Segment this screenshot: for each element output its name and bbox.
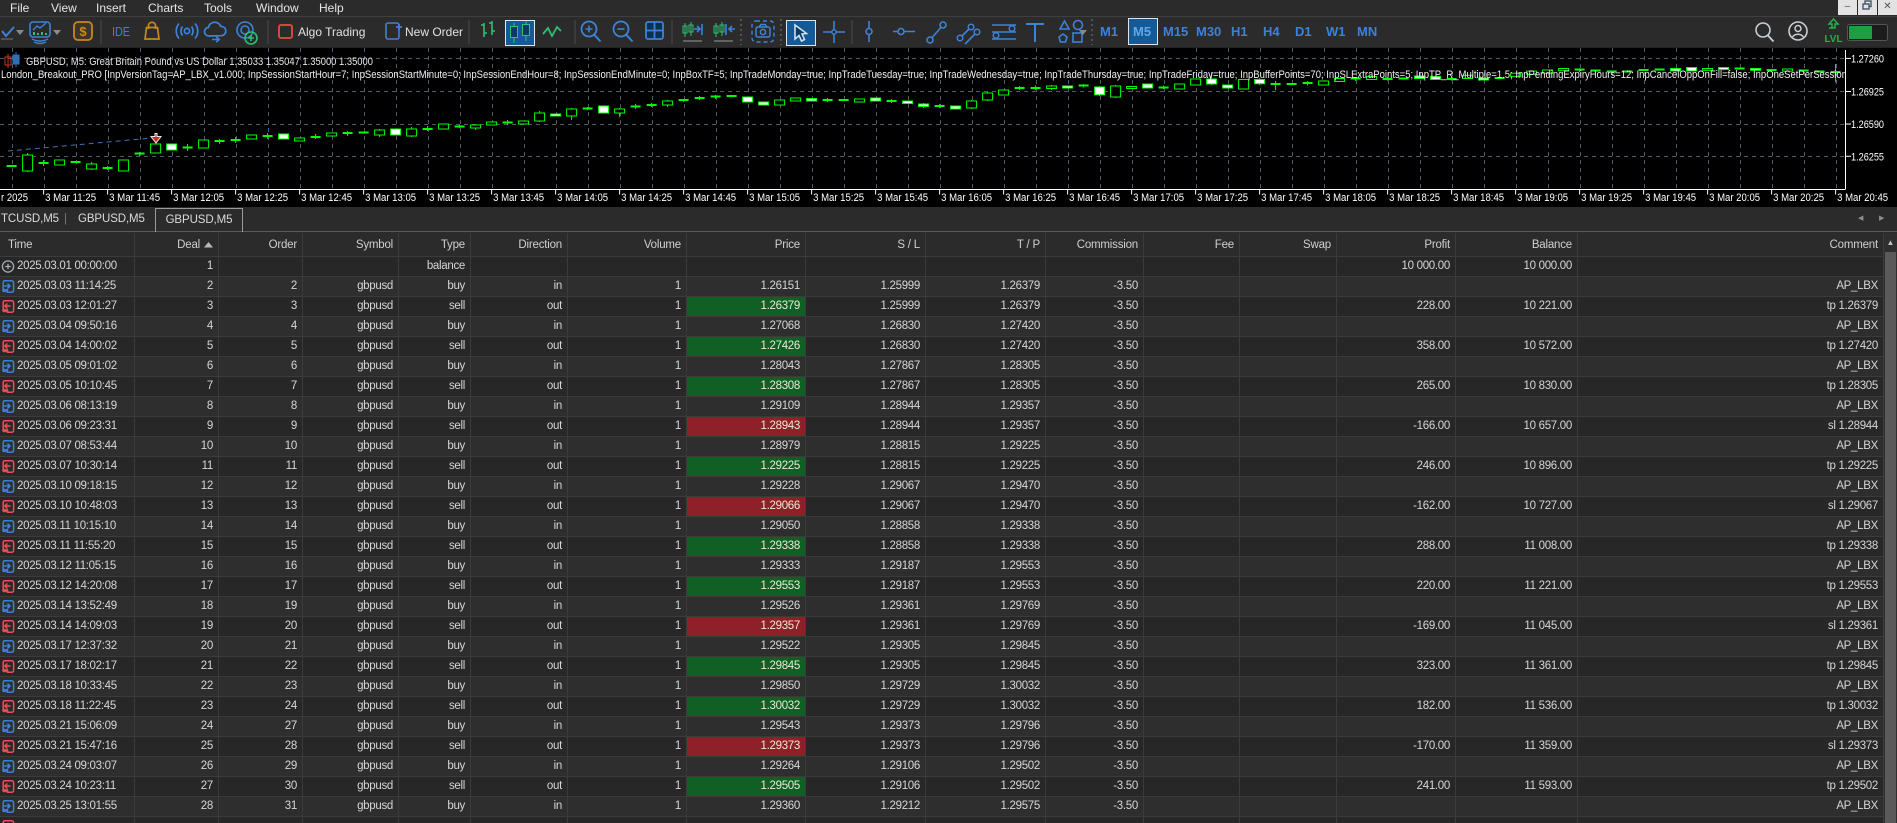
svg-text:3 Mar 19:45: 3 Mar 19:45 — [1645, 192, 1696, 204]
svg-text:3 Mar 12:05: 3 Mar 12:05 — [173, 192, 224, 204]
svg-text:3 Mar 12:25: 3 Mar 12:25 — [237, 192, 288, 204]
svg-text:3 Mar 20:45: 3 Mar 20:45 — [1837, 192, 1888, 204]
svg-text:3 Mar 17:25: 3 Mar 17:25 — [1197, 192, 1248, 204]
svg-text:3 Mar 13:25: 3 Mar 13:25 — [429, 192, 480, 204]
svg-text:3 Mar 12:45: 3 Mar 12:45 — [301, 192, 352, 204]
svg-text:3 Mar 19:25: 3 Mar 19:25 — [1581, 192, 1632, 204]
svg-text:3 Mar 13:45: 3 Mar 13:45 — [493, 192, 544, 204]
svg-text:LVL: LVL — [1824, 34, 1842, 45]
svg-text:3 Mar 11:45: 3 Mar 11:45 — [109, 192, 160, 204]
svg-text:1.26255: 1.26255 — [1851, 151, 1884, 163]
svg-text:GBPUSD, M5: Great Britain Pou: GBPUSD, M5: Great Britain Pound vs US Do… — [26, 56, 373, 68]
svg-text:3 Mar 15:25: 3 Mar 15:25 — [813, 192, 864, 204]
svg-text:r 2025: r 2025 — [1, 192, 28, 204]
svg-text:3 Mar 11:25: 3 Mar 11:25 — [45, 192, 96, 204]
svg-text:3 Mar 13:05: 3 Mar 13:05 — [365, 192, 416, 204]
svg-text:1.27260: 1.27260 — [1851, 53, 1884, 65]
svg-text:3 Mar 16:45: 3 Mar 16:45 — [1069, 192, 1120, 204]
svg-text:3 Mar 15:45: 3 Mar 15:45 — [877, 192, 928, 204]
svg-text:1.26925: 1.26925 — [1851, 87, 1884, 99]
svg-text:3 Mar 14:45: 3 Mar 14:45 — [685, 192, 736, 204]
svg-text:3 Mar 16:05: 3 Mar 16:05 — [941, 192, 992, 204]
svg-text:3 Mar 20:25: 3 Mar 20:25 — [1773, 192, 1824, 204]
svg-text:3 Mar 18:05: 3 Mar 18:05 — [1325, 192, 1376, 204]
svg-text:IDE: IDE — [112, 25, 130, 39]
svg-text:3 Mar 19:05: 3 Mar 19:05 — [1517, 192, 1568, 204]
svg-text:London_Breakout_PRO [InpVersio: London_Breakout_PRO [InpVersionTag=AP_LB… — [1, 69, 1847, 81]
svg-text:1.26590: 1.26590 — [1851, 119, 1884, 131]
svg-text:3 Mar 14:25: 3 Mar 14:25 — [621, 192, 672, 204]
svg-text:$: $ — [79, 24, 87, 39]
svg-text:3 Mar 18:45: 3 Mar 18:45 — [1453, 192, 1504, 204]
svg-text:3 Mar 15:05: 3 Mar 15:05 — [749, 192, 800, 204]
svg-text:3 Mar 14:05: 3 Mar 14:05 — [557, 192, 608, 204]
svg-text:3 Mar 17:05: 3 Mar 17:05 — [1133, 192, 1184, 204]
svg-text:3 Mar 17:45: 3 Mar 17:45 — [1261, 192, 1312, 204]
svg-text:3 Mar 18:25: 3 Mar 18:25 — [1389, 192, 1440, 204]
svg-text:3 Mar 16:25: 3 Mar 16:25 — [1005, 192, 1056, 204]
svg-text:3 Mar 20:05: 3 Mar 20:05 — [1709, 192, 1760, 204]
